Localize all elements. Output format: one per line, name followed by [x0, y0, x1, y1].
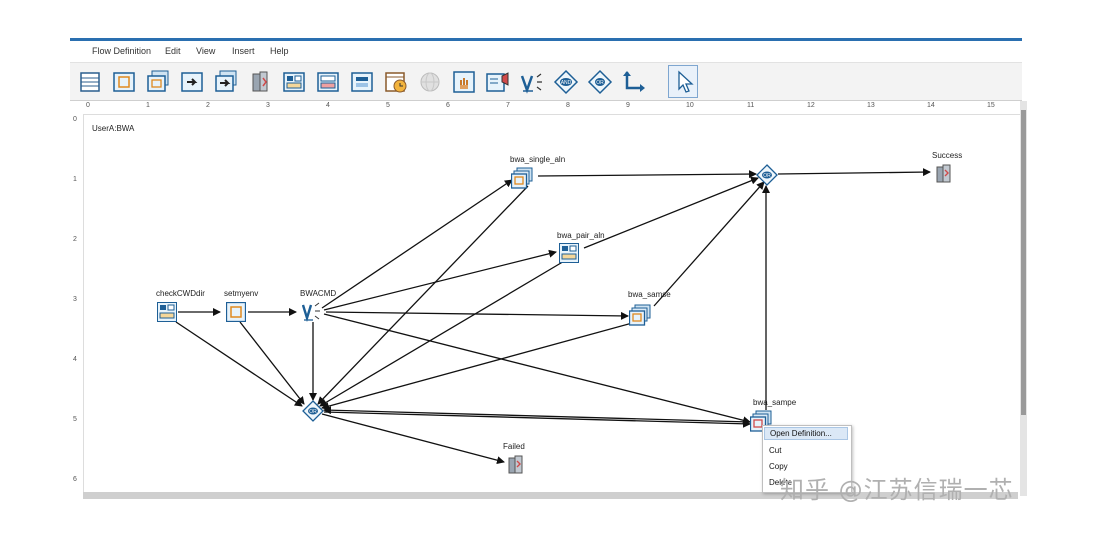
or-right-node-icon[interactable]: OR	[756, 164, 778, 186]
bwa-samse-multi-job-icon[interactable]	[629, 304, 651, 326]
ruler-tick: 12	[807, 102, 815, 109]
horizontal-ruler: 0 1 2 3 4 5 6 7 8 9 10 11 12 13 14 15	[70, 101, 1022, 115]
bwa-single-aln-multi-job-icon[interactable]	[511, 167, 533, 189]
server-icon[interactable]	[246, 68, 274, 96]
vertical-ruler: 0 1 2 3 4 5 6	[70, 114, 84, 498]
menu-view[interactable]: View	[196, 46, 215, 56]
ruler-tick: 2	[206, 102, 210, 109]
ruler-tick: 0	[86, 102, 90, 109]
context-menu-open-label: Open Definition...	[770, 429, 832, 438]
success-server-icon[interactable]	[934, 163, 954, 183]
ruler-tick: 6	[73, 476, 77, 483]
panel-stack-icon[interactable]	[348, 68, 376, 96]
ruler-tick: 8	[566, 102, 570, 109]
node-label-success: Success	[932, 151, 963, 160]
node-label-bwa-samse: bwa_samse	[628, 290, 671, 299]
bwacmd-variable-icon[interactable]	[302, 302, 322, 322]
ruler-tick: 15	[987, 102, 995, 109]
or-left-label: OR	[309, 409, 317, 415]
or-left-node-icon[interactable]: OR	[302, 400, 324, 422]
menu-bar: Flow Definition Edit View Insert Help	[70, 42, 1022, 63]
svg-text:AND: AND	[561, 80, 572, 86]
node-label-bwa-pair-aln: bwa_pair_aln	[557, 231, 605, 240]
menu-edit[interactable]: Edit	[165, 46, 181, 56]
setmyenv-job-icon[interactable]	[226, 302, 246, 322]
menu-help[interactable]: Help	[270, 46, 289, 56]
ruler-tick: 5	[386, 102, 390, 109]
hand-icon[interactable]	[450, 68, 478, 96]
vertical-scrollbar-thumb[interactable]	[1021, 110, 1026, 415]
ruler-tick: 0	[73, 116, 77, 123]
multi-job-icon[interactable]	[144, 68, 172, 96]
ruler-tick: 9	[626, 102, 630, 109]
ruler-tick: 3	[73, 296, 77, 303]
checkcwddir-job-icon[interactable]	[157, 302, 177, 322]
multi-forward-icon[interactable]	[212, 68, 240, 96]
ruler-tick: 7	[506, 102, 510, 109]
toolbar: AND OR	[70, 63, 1022, 101]
clock-icon[interactable]	[382, 68, 410, 96]
ruler-tick: 6	[446, 102, 450, 109]
node-label-failed: Failed	[503, 442, 525, 451]
globe-icon[interactable]	[416, 68, 444, 96]
ruler-tick: 1	[146, 102, 150, 109]
and-icon[interactable]: AND	[552, 68, 580, 96]
node-label-bwa-single-aln: bwa_single_aln	[510, 155, 566, 164]
ruler-tick: 14	[927, 102, 935, 109]
context-menu-open-definition[interactable]: Open Definition...	[764, 427, 848, 440]
ruler-tick: 10	[686, 102, 694, 109]
node-label-checkcwddir: checkCWDdir	[156, 289, 205, 298]
ruler-tick: 3	[266, 102, 270, 109]
panel-icon[interactable]	[280, 68, 308, 96]
ruler-tick: 1	[73, 176, 77, 183]
connector-icon[interactable]	[620, 68, 648, 96]
node-label-setmyenv: setmyenv	[224, 289, 259, 298]
failed-server-icon[interactable]	[506, 454, 526, 474]
window-accent-bar	[70, 38, 1022, 41]
job-forward-icon[interactable]	[178, 68, 206, 96]
ruler-tick: 13	[867, 102, 875, 109]
panel-link-icon[interactable]	[314, 68, 342, 96]
menu-insert[interactable]: Insert	[232, 46, 255, 56]
workflow-title: UserA:BWA	[92, 124, 135, 133]
bwa-pair-aln-job-icon[interactable]	[559, 243, 579, 263]
message-icon[interactable]	[484, 68, 512, 96]
table-icon[interactable]	[76, 68, 104, 96]
ruler-tick: 2	[73, 236, 77, 243]
job-icon[interactable]	[110, 68, 138, 96]
context-menu-cut[interactable]: Cut	[769, 446, 781, 455]
node-label-bwacmd: BWACMD	[300, 289, 337, 298]
ruler-tick: 5	[73, 416, 77, 423]
menu-flow-definition[interactable]: Flow Definition	[92, 46, 151, 56]
or-icon[interactable]: OR	[586, 68, 614, 96]
ruler-tick: 4	[326, 102, 330, 109]
ruler-tick: 4	[73, 356, 77, 363]
variable-icon[interactable]	[518, 68, 546, 96]
node-label-bwa-sampe: bwa_sampe	[753, 398, 797, 407]
ruler-tick: 11	[747, 102, 755, 109]
pointer-icon[interactable]	[668, 65, 698, 98]
watermark: 知乎 @江苏信瑞一芯	[780, 476, 1014, 504]
svg-text:OR: OR	[596, 80, 604, 86]
or-right-label: OR	[763, 173, 771, 179]
